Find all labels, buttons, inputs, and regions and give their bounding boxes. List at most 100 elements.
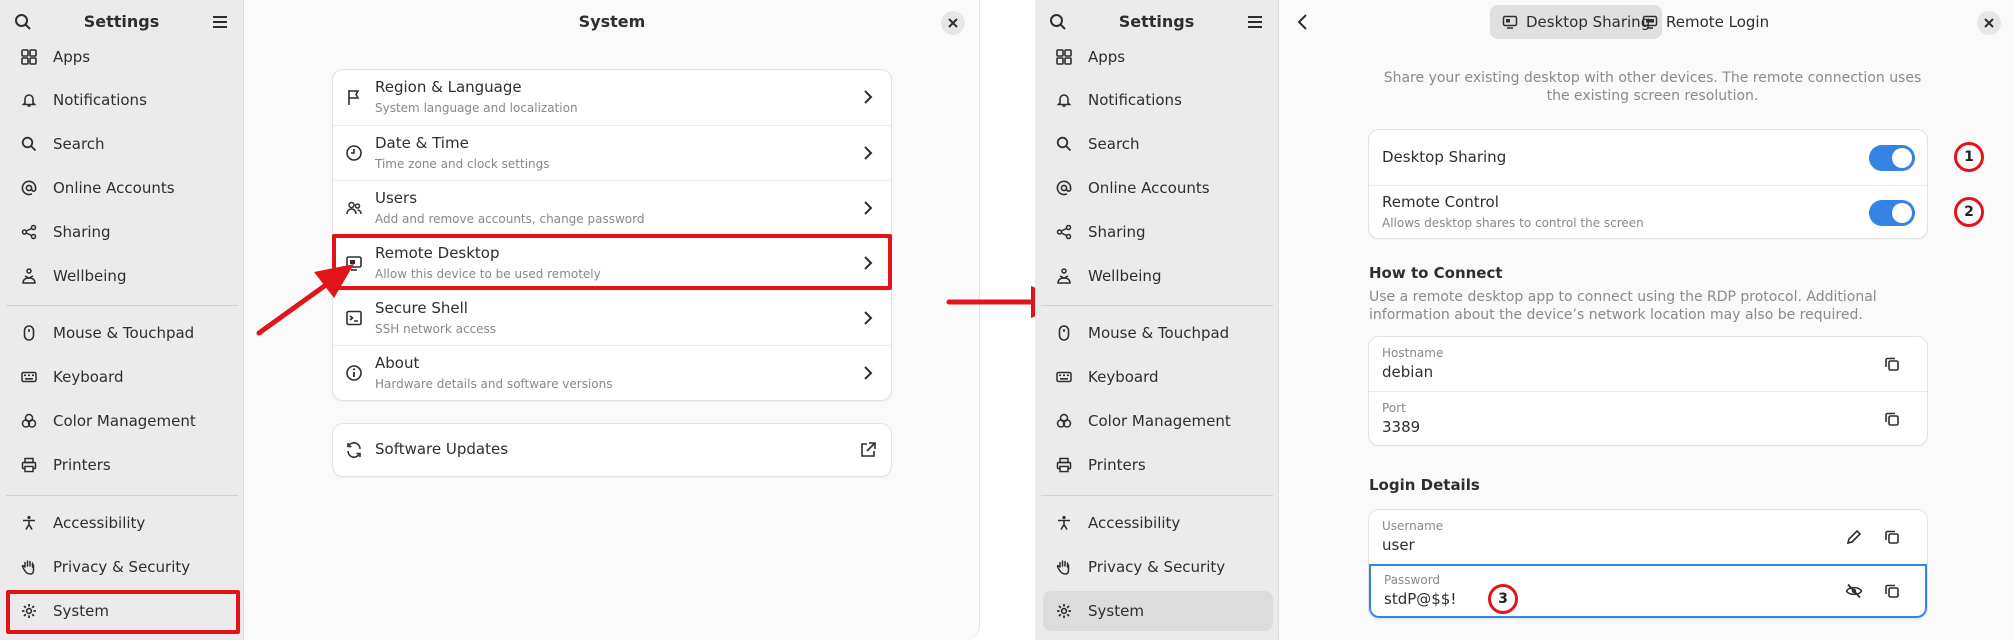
password-value: stdP@$$! [1384,590,1457,608]
share-icon [20,223,38,241]
sidebar-item-label: Printers [1088,456,1146,474]
sidebar-item-accessibility[interactable]: Accessibility [1043,503,1273,543]
sidebar-item-privacy-security[interactable]: Privacy & Security [1043,547,1273,587]
copy-icon[interactable] [1883,582,1903,602]
hamburger-menu-icon[interactable] [211,13,229,31]
sidebar-item-label: Notifications [53,91,147,109]
users-icon [345,199,363,217]
sidebar-item-printers[interactable]: Printers [8,445,238,485]
row-title: About [375,354,420,372]
username-label: Username [1382,519,1444,533]
copy-icon[interactable] [1883,410,1903,430]
sidebar-item-keyboard[interactable]: Keyboard [8,357,238,397]
sidebar-item-notifications[interactable]: Notifications [1043,80,1273,120]
sidebar-item-label: Search [53,135,105,153]
software-updates-card[interactable]: Software Updates [333,424,891,476]
eye-off-icon[interactable] [1845,582,1865,602]
sidebar-item-color-management[interactable]: Color Management [8,401,238,441]
sidebar-item-wellbeing[interactable]: Wellbeing [8,256,238,296]
close-icon [948,18,958,28]
sidebar-item-label: Wellbeing [53,267,127,285]
settings-window-remote-desktop: Settings Apps Notifications Search Onlin… [1035,0,2015,640]
wellbeing-icon [1055,267,1073,285]
row-users[interactable]: Users Add and remove accounts, change pa… [333,180,891,235]
sidebar-item-online-accounts[interactable]: Online Accounts [8,168,238,208]
close-icon [1984,18,1994,28]
color-icon [20,412,38,430]
row-username: Username user [1369,510,1927,564]
row-title: Secure Shell [375,299,468,317]
sidebar-item-search[interactable]: Search [8,124,238,164]
sidebar-separator [1041,495,1273,496]
sidebar-item-color-management[interactable]: Color Management [1043,401,1273,441]
login-details-card: Username user Password stdP@$$! [1369,510,1927,618]
hand-icon [1055,558,1073,576]
sidebar-item-keyboard[interactable]: Keyboard [1043,357,1273,397]
copy-icon[interactable] [1883,528,1903,548]
edit-icon[interactable] [1845,528,1865,548]
sidebar-item-label: Notifications [1088,91,1182,109]
at-icon [20,179,38,197]
sidebar-item-label: Accessibility [53,514,146,532]
accessibility-icon [1055,514,1073,532]
port-label: Port [1382,401,1406,415]
sidebar-item-printers[interactable]: Printers [1043,445,1273,485]
row-subtitle: Add and remove accounts, change password [375,212,645,226]
sidebar-item-label: Sharing [1088,223,1146,241]
close-button[interactable] [1977,11,2001,35]
sidebar-item-sharing[interactable]: Sharing [1043,212,1273,252]
row-subtitle: Time zone and clock settings [375,157,550,171]
info-icon [345,364,363,382]
sidebar: Settings Apps Notifications Search Onlin… [0,0,244,640]
bell-icon [20,91,38,109]
sidebar-item-apps[interactable]: Apps [8,37,238,77]
sidebar-item-mouse-touchpad[interactable]: Mouse & Touchpad [1043,313,1273,353]
back-icon[interactable] [1296,14,1310,30]
sidebar-item-sharing[interactable]: Sharing [8,212,238,252]
annotation-badge-2: 2 [1954,197,1984,227]
sidebar-item-label: Color Management [53,412,196,430]
row-about[interactable]: About Hardware details and software vers… [333,345,891,400]
annotation-arrow-remote-desktop [256,264,354,336]
sidebar-item-system[interactable]: System [1043,591,1273,631]
sidebar-item-wellbeing[interactable]: Wellbeing [1043,256,1273,296]
tab-remote-login[interactable]: Remote Login [1630,5,1781,39]
sidebar-item-mouse-touchpad[interactable]: Mouse & Touchpad [8,313,238,353]
sidebar-item-label: Online Accounts [1088,179,1210,197]
annotation-highlight-system [6,590,240,634]
row-port: Port 3389 [1369,391,1927,445]
sidebar-item-label: Sharing [53,223,111,241]
hand-icon [20,558,38,576]
sidebar-item-online-accounts[interactable]: Online Accounts [1043,168,1273,208]
accessibility-icon [20,514,38,532]
sidebar-item-label: System [1088,602,1144,620]
refresh-icon [345,441,363,459]
external-link-icon [859,441,877,459]
apps-icon [20,48,38,66]
close-button[interactable] [941,11,965,35]
mouse-icon [1055,324,1073,342]
search-icon [20,135,38,153]
sidebar-item-accessibility[interactable]: Accessibility [8,503,238,543]
hamburger-menu-icon[interactable] [1246,13,1264,31]
row-password[interactable]: Password stdP@$$! [1369,564,1927,618]
sidebar-item-notifications[interactable]: Notifications [8,80,238,120]
sidebar-separator [1041,305,1273,306]
row-secure-shell[interactable]: Secure Shell SSH network access [333,290,891,345]
main-content: Desktop Sharing Remote Login Share your … [1280,0,2015,640]
sidebar-item-apps[interactable]: Apps [1043,37,1273,77]
printer-icon [20,456,38,474]
remote-control-toggle[interactable] [1869,200,1915,226]
row-date-time[interactable]: Date & Time Time zone and clock settings [333,125,891,180]
sidebar-item-label: Color Management [1088,412,1231,430]
row-region-language[interactable]: Region & Language System language and lo… [333,70,891,125]
sidebar-separator [6,495,238,496]
sidebar-item-privacy-security[interactable]: Privacy & Security [8,547,238,587]
desktop-sharing-toggle[interactable] [1869,145,1915,171]
row-title: Users [375,189,418,207]
software-updates-label: Software Updates [375,440,509,458]
keyboard-icon [20,368,38,386]
sidebar-title: Settings [1118,12,1195,31]
copy-icon[interactable] [1883,355,1903,375]
sidebar-item-search[interactable]: Search [1043,124,1273,164]
